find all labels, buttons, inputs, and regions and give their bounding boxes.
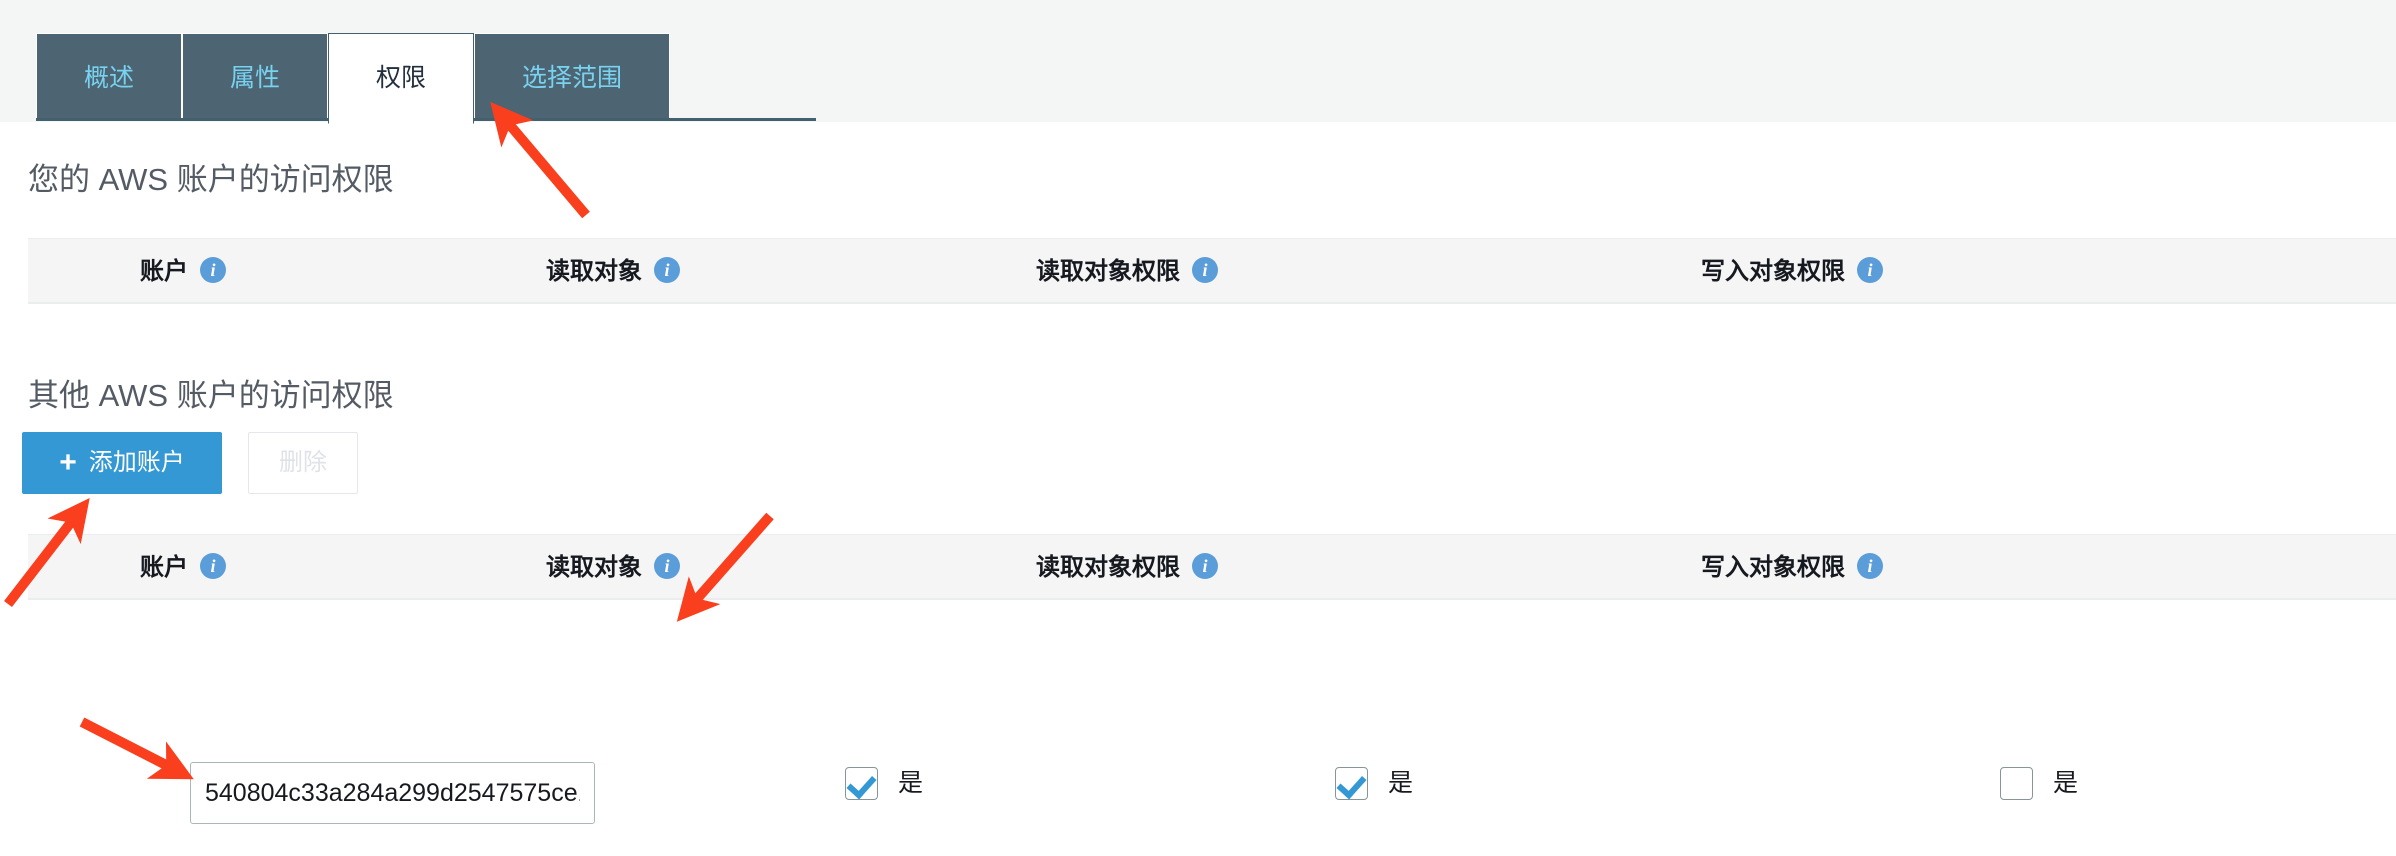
delete-label: 删除	[279, 449, 327, 476]
own-account-table: 账户 i 读取对象 i 读取对象权限 i 写入对象权限 i	[28, 238, 2396, 304]
permissions-panel: 您的 AWS 账户的访问权限 账户 i 读取对象 i 读取对象权限 i 写入对象权限 i…	[0, 122, 2396, 856]
column-label: 读取对象权限	[1036, 258, 1180, 285]
plus-icon: +	[59, 446, 77, 479]
column-header-account: 账户 i	[140, 239, 226, 305]
column-header-read-object-permissions: 读取对象权限 i	[1036, 239, 1218, 305]
other-accounts-table: 账户 i 读取对象 i 读取对象权限 i 写入对象权限 i	[28, 534, 2396, 600]
column-header-read-object-permissions: 读取对象权限 i	[1036, 535, 1218, 601]
tab-permissions[interactable]: 权限	[328, 33, 474, 124]
info-icon[interactable]: i	[1857, 257, 1883, 283]
column-label: 读取对象	[546, 258, 642, 285]
column-label: 写入对象权限	[1701, 258, 1845, 285]
info-icon[interactable]: i	[1192, 257, 1218, 283]
info-icon[interactable]: i	[200, 553, 226, 579]
tab-label: 概述	[83, 64, 134, 92]
read-object-permissions-checkbox-label: 是	[1388, 769, 1414, 797]
write-object-permissions-checkbox[interactable]	[2000, 767, 2033, 800]
column-label: 账户	[140, 554, 188, 581]
delete-button[interactable]: 删除	[248, 432, 358, 494]
read-object-permissions-checkbox[interactable]	[1335, 767, 1368, 800]
table-header-row: 账户 i 读取对象 i 读取对象权限 i 写入对象权限 i	[28, 238, 2396, 304]
info-icon[interactable]: i	[654, 553, 680, 579]
info-icon[interactable]: i	[1857, 553, 1883, 579]
read-objects-checkbox-label: 是	[898, 769, 924, 797]
column-header-write-object-permissions: 写入对象权限 i	[1701, 239, 1883, 305]
column-header-write-object-permissions: 写入对象权限 i	[1701, 535, 1883, 601]
tab-bar: 概述 属性 权限 选择范围	[0, 0, 2396, 124]
other-accounts-section-heading: 其他 AWS 账户的访问权限	[28, 378, 394, 413]
write-object-permissions-checkbox-label: 是	[2053, 769, 2079, 797]
info-icon[interactable]: i	[200, 257, 226, 283]
column-header-read-objects: 读取对象 i	[546, 239, 680, 305]
info-icon[interactable]: i	[1192, 553, 1218, 579]
own-account-section-heading: 您的 AWS 账户的访问权限	[28, 162, 394, 197]
column-header-read-objects: 读取对象 i	[546, 535, 680, 601]
table-header-row: 账户 i 读取对象 i 读取对象权限 i 写入对象权限 i	[28, 534, 2396, 600]
account-id-input[interactable]	[190, 762, 595, 824]
tab-label: 权限	[375, 64, 426, 92]
column-header-account: 账户 i	[140, 535, 226, 601]
info-icon[interactable]: i	[654, 257, 680, 283]
column-label: 读取对象	[546, 554, 642, 581]
tab-properties[interactable]: 属性	[182, 33, 328, 121]
column-label: 写入对象权限	[1701, 554, 1845, 581]
tab-overview[interactable]: 概述	[36, 33, 182, 121]
read-objects-checkbox[interactable]	[845, 767, 878, 800]
column-label: 读取对象权限	[1036, 554, 1180, 581]
add-account-label: 添加账户	[88, 449, 185, 476]
tab-label: 选择范围	[521, 64, 622, 92]
column-label: 账户	[140, 258, 188, 285]
tab-label: 属性	[229, 64, 280, 92]
add-account-button[interactable]: + 添加账户	[22, 432, 222, 494]
tab-select-scope[interactable]: 选择范围	[474, 33, 670, 121]
